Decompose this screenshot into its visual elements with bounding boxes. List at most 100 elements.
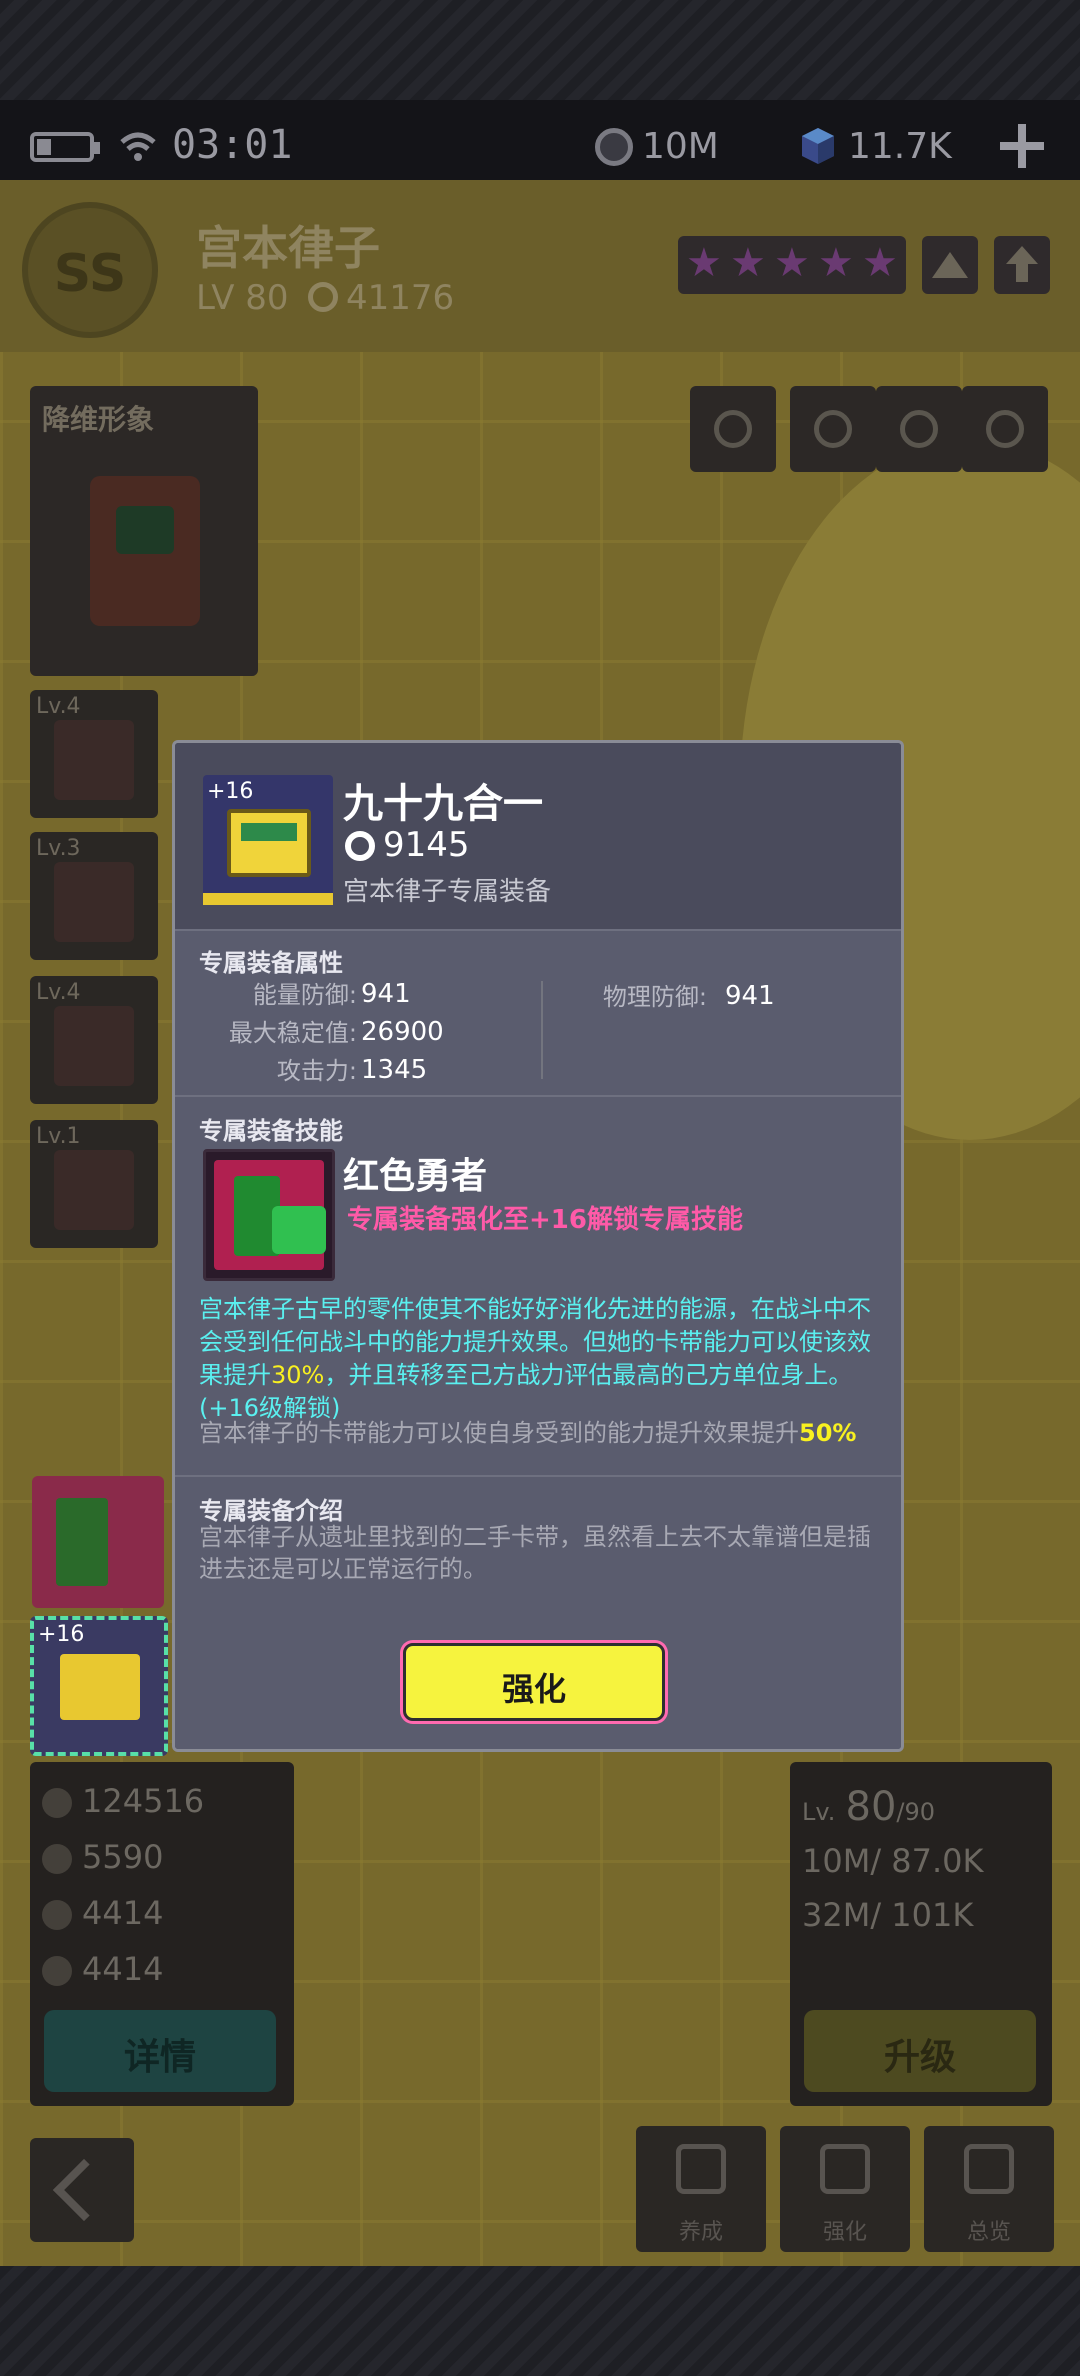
heart-icon xyxy=(676,2144,726,2194)
sparkles-button[interactable] xyxy=(876,386,962,472)
skill-desc-highlight: 30% xyxy=(271,1361,325,1389)
awaken-button[interactable] xyxy=(922,236,978,294)
skin-panel[interactable]: 降维形象 xyxy=(30,386,258,676)
skill-slot-level: Lv.4 xyxy=(36,980,81,1005)
equip-slot-cartridge[interactable]: +16 xyxy=(30,1616,168,1756)
intro-text: 宫本律子从遗址里找到的二手卡带，虽然看上去不太靠谱但是插进去还是可以正常运行的。 xyxy=(199,1523,871,1583)
details-button[interactable]: 详情 xyxy=(44,2010,276,2092)
max-stability-label: 最大稳定值: xyxy=(228,1019,357,1047)
skill-icon-fist xyxy=(272,1206,326,1254)
skill-extra-text: 宫本律子的卡带能力可以使自身受到的能力提升效果提升 xyxy=(199,1419,799,1447)
defense-value-1: 4414 xyxy=(82,1894,164,1932)
equip-plus-level: +16 xyxy=(38,1622,85,1647)
level-display: Lv. 80/90 xyxy=(802,1784,935,1830)
attack-value: 5590 xyxy=(82,1838,164,1876)
equipment-header: +16 九十九合一 9145 宫本律子专属装备 xyxy=(175,743,901,929)
defense-stat-2: 4414 xyxy=(42,1950,163,1994)
enhance-button[interactable]: 强化 xyxy=(403,1643,665,1721)
rank-text: SS xyxy=(53,244,127,304)
equipment-owner: 宫本律子专属装备 xyxy=(343,877,552,907)
equip-slot-skill[interactable] xyxy=(32,1476,164,1608)
attack-value: 1345 xyxy=(361,1055,428,1085)
clock: 03:01 xyxy=(172,122,293,168)
level-panel: Lv. 80/90 10M/ 87.0K 32M/ 101K 升级 xyxy=(790,1762,1052,2106)
power-icon xyxy=(345,831,375,861)
back-button[interactable] xyxy=(30,2138,134,2242)
wifi-icon xyxy=(120,132,156,161)
skill-section-title: 专属装备技能 xyxy=(199,1117,343,1145)
skill-slot-icon xyxy=(54,720,134,800)
skill-description: 宫本律子古早的零件使其不能好好消化先进的能源，在战斗中不会受到任何战斗中的能力提… xyxy=(199,1293,889,1425)
star-icon: ★ xyxy=(730,240,766,286)
equipment-power: 9145 xyxy=(383,825,470,865)
sparkle-button[interactable] xyxy=(790,386,876,472)
lock-icon xyxy=(986,410,1024,448)
tab-enhance[interactable]: 强化 xyxy=(780,2126,910,2252)
equipment-thumbnail: +16 xyxy=(203,775,333,905)
cartridge-icon xyxy=(60,1654,140,1720)
skill-section: 专属装备技能 红色勇者 专属装备强化至+16解锁专属技能 宫本律子古早的零件使其… xyxy=(175,1095,901,1475)
skill-slot-3[interactable]: Lv.4 xyxy=(30,976,158,1104)
sparkles-icon xyxy=(900,410,938,448)
energy-shield-icon xyxy=(42,1956,72,1986)
tab-develop[interactable]: 养成 xyxy=(636,2126,766,2252)
skill-slot-level: Lv.4 xyxy=(36,694,81,719)
rarity-bar xyxy=(203,893,333,905)
lock-button[interactable] xyxy=(962,386,1048,472)
energy-defense-label: 能量防御: xyxy=(252,981,357,1009)
tab-label: 强化 xyxy=(822,2220,867,2245)
hero-pixel-sprite xyxy=(90,476,200,626)
skill-slot-2[interactable]: Lv.3 xyxy=(30,832,158,960)
physical-defense-value: 941 xyxy=(725,981,775,1011)
skill-slot-icon xyxy=(54,862,134,942)
skill-slot-level: Lv.1 xyxy=(36,1124,81,1149)
energy-defense-value: 941 xyxy=(361,979,411,1009)
xp-progress: 32M/ 101K xyxy=(802,1896,973,1934)
attributes-section: 专属装备属性 能量防御: 941 最大稳定值: 26900 攻击力: 1345 … xyxy=(175,929,901,1095)
xp-progress-text: 32M/ 101K xyxy=(802,1896,974,1934)
star-icon: ★ xyxy=(862,240,898,286)
skill-slot-icon xyxy=(54,1150,134,1230)
refresh-icon xyxy=(714,410,752,448)
skill-slot-4[interactable]: Lv.1 xyxy=(30,1120,158,1248)
upgrade-button[interactable]: 升级 xyxy=(804,2010,1036,2092)
skill-unlock-condition: 专属装备强化至+16解锁专属技能 xyxy=(347,1205,743,1235)
tab-label: 总览 xyxy=(966,2220,1011,2245)
hero-power: 41176 xyxy=(346,278,455,318)
skill-slot-icon xyxy=(54,1006,134,1086)
skill-icon xyxy=(203,1149,335,1281)
physical-defense-label: 物理防御: xyxy=(602,983,707,1011)
power-icon xyxy=(308,282,338,312)
skill-extra-description: 宫本律子的卡带能力可以使自身受到的能力提升效果提升50% xyxy=(199,1413,889,1448)
add-currency-button[interactable] xyxy=(996,120,1048,172)
cartridge-icon xyxy=(227,809,311,877)
star-icon: ★ xyxy=(774,240,810,286)
details-label: 详情 xyxy=(123,2037,196,2078)
stats-panel: 124516 5590 4414 4414 详情 xyxy=(30,1762,294,2106)
enhance-label: 强化 xyxy=(501,1670,566,1708)
coin-amount: 10M xyxy=(642,126,719,167)
hp-stat: 124516 xyxy=(42,1782,204,1826)
promote-button[interactable] xyxy=(994,236,1050,294)
equipment-name: 九十九合一 xyxy=(343,781,543,827)
level-max: /90 xyxy=(896,1798,936,1826)
tab-label: 养成 xyxy=(678,2220,723,2245)
star-icon: ★ xyxy=(818,240,854,286)
chip-icon xyxy=(820,2144,870,2194)
max-stability-value: 26900 xyxy=(361,1017,444,1047)
refresh-button[interactable] xyxy=(690,386,776,472)
sparkle-icon xyxy=(814,410,852,448)
tab-overview[interactable]: 总览 xyxy=(924,2126,1054,2252)
coin-icon xyxy=(595,128,633,166)
heart-icon xyxy=(42,1788,72,1818)
defense-stat-1: 4414 xyxy=(42,1894,163,1938)
skill-slot-1[interactable]: Lv.4 xyxy=(30,690,158,818)
hero-level: LV 80 xyxy=(196,278,289,318)
hero-header: SS 宫本律子 LV 80 41176 ★ ★ ★ ★ ★ xyxy=(0,180,1080,352)
defense-value-2: 4414 xyxy=(82,1950,164,1988)
battery-icon xyxy=(30,132,100,162)
coin-progress-text: 10M/ 87.0K xyxy=(802,1842,984,1880)
rank-badge: SS xyxy=(22,202,158,338)
skill-extra-highlight: 50% xyxy=(799,1419,857,1447)
coin-progress: 10M/ 87.0K xyxy=(802,1842,984,1880)
